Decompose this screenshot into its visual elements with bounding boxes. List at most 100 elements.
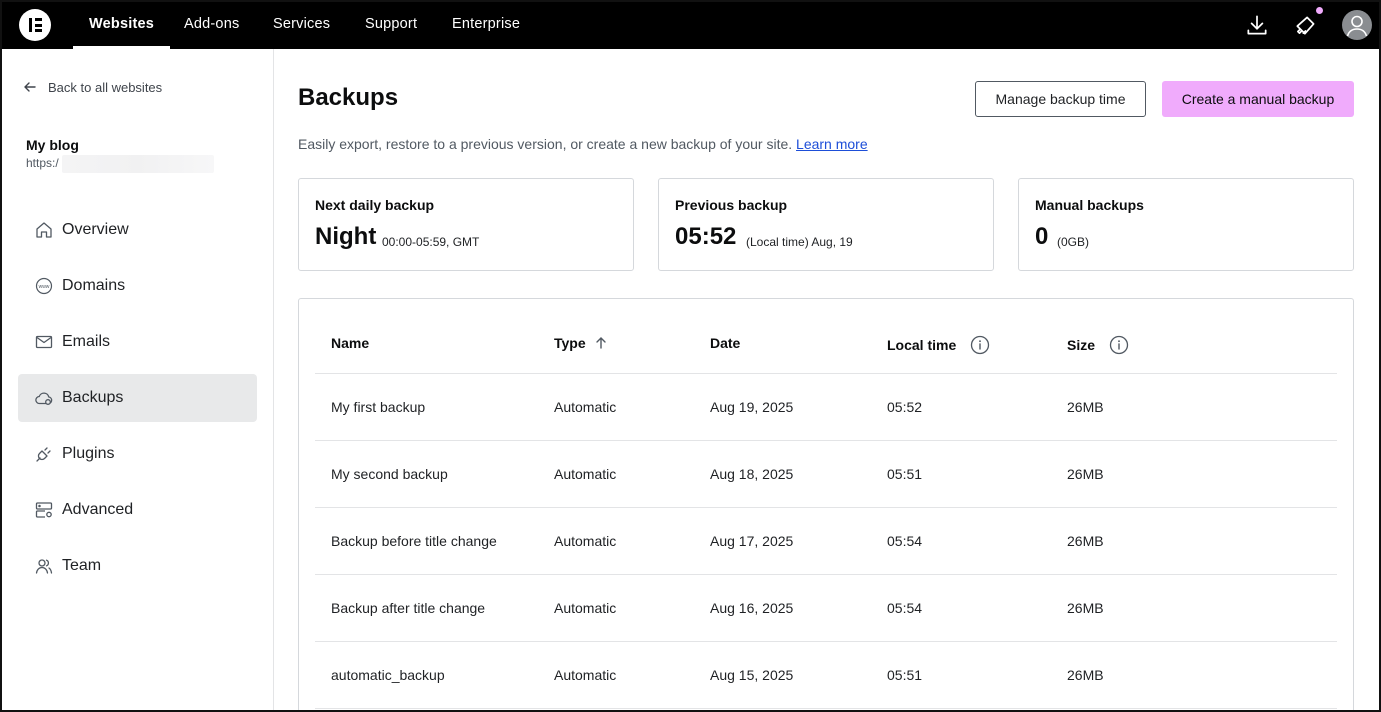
card-detail: (Local time) Aug, 19 — [746, 235, 853, 249]
card-label: Manual backups — [1035, 197, 1144, 213]
card-label: Next daily backup — [315, 197, 435, 213]
info-icon[interactable] — [970, 335, 990, 355]
arrow-left-icon — [24, 82, 36, 92]
cell-name: My second backup — [331, 466, 448, 482]
cell-local-time: 05:51 — [887, 667, 923, 683]
sidebar: Back to all websites My blog https:/ Ove… — [0, 49, 274, 712]
top-navigation-bar: Websites Add-ons Services Support Enterp… — [0, 0, 1381, 49]
header-label: Name — [331, 335, 370, 351]
cell-date: Aug 19, 2025 — [710, 399, 794, 415]
page-description: Easily export, restore to a previous ver… — [298, 136, 868, 152]
sidebar-item-emails[interactable]: Emails — [18, 318, 257, 366]
header-local-time[interactable]: Local time — [887, 335, 990, 355]
header-label: Local time — [887, 337, 957, 353]
header-date[interactable]: Date — [710, 335, 740, 351]
elementor-logo-icon[interactable] — [19, 9, 51, 41]
card-value: 0 — [1035, 223, 1049, 250]
sidebar-item-label: Advanced — [62, 501, 134, 518]
site-name: My blog — [26, 137, 79, 153]
sidebar-item-domains[interactable]: www Domains — [18, 262, 257, 310]
cell-type: Automatic — [554, 399, 617, 415]
sidebar-item-label: Backups — [62, 389, 124, 406]
nav-services[interactable]: Services — [273, 0, 330, 49]
cell-type: Automatic — [554, 533, 617, 549]
sidebar-item-label: Domains — [62, 277, 126, 294]
cell-name: Backup before title change — [331, 533, 497, 549]
arrow-up-icon — [595, 337, 606, 349]
back-to-websites-link[interactable]: Back to all websites — [22, 79, 162, 95]
main-content: Backups Manage backup time Create a manu… — [274, 49, 1381, 712]
header-label: Size — [1067, 337, 1096, 353]
plug-icon — [36, 447, 51, 462]
sidebar-item-advanced[interactable]: Advanced — [18, 486, 257, 534]
cell-date: Aug 17, 2025 — [710, 533, 794, 549]
description-text: Easily export, restore to a previous ver… — [298, 136, 793, 152]
header-label: Date — [710, 335, 741, 351]
cell-local-time: 05:54 — [887, 600, 923, 616]
header-label: Type — [554, 335, 586, 351]
cell-name: Backup after title change — [331, 600, 486, 616]
nav-add-ons[interactable]: Add-ons — [184, 0, 239, 49]
nav-websites[interactable]: Websites — [73, 0, 170, 49]
globe-www-icon: www — [35, 277, 53, 295]
card-value: Night — [315, 223, 377, 250]
sidebar-item-label: Team — [62, 557, 102, 574]
manage-backup-time-button[interactable]: Manage backup time — [975, 81, 1146, 117]
cell-local-time: 05:54 — [887, 533, 923, 549]
download-icon[interactable] — [1244, 12, 1270, 38]
cell-date: Aug 16, 2025 — [710, 600, 794, 616]
server-settings-icon — [35, 502, 53, 518]
notification-dot — [1316, 7, 1323, 14]
table-row[interactable]: automatic_backup Automatic Aug 15, 2025 … — [315, 642, 1337, 709]
cell-local-time: 05:51 — [887, 466, 923, 482]
cell-size: 26MB — [1067, 466, 1104, 482]
sidebar-item-label: Plugins — [62, 445, 115, 462]
table-row[interactable]: My first backup Automatic Aug 19, 2025 0… — [315, 374, 1337, 441]
card-label: Previous backup — [675, 197, 788, 213]
header-type[interactable]: Type — [554, 335, 608, 351]
sidebar-item-label: Overview — [62, 221, 129, 238]
sidebar-item-label: Emails — [62, 333, 111, 350]
cell-name: My first backup — [331, 399, 426, 415]
nav-support[interactable]: Support — [365, 0, 417, 49]
home-icon — [36, 222, 52, 238]
info-icon[interactable] — [1109, 335, 1129, 355]
site-url: https:/ — [26, 156, 59, 170]
card-detail: 00:00-05:59, GMT — [382, 235, 480, 249]
cell-local-time: 05:52 — [887, 399, 923, 415]
cell-name: automatic_backup — [331, 667, 445, 683]
cell-size: 26MB — [1067, 533, 1104, 549]
nav-enterprise[interactable]: Enterprise — [452, 0, 520, 49]
backups-table: Name Type Date Local time Size My first … — [298, 298, 1354, 712]
back-link-label: Back to all websites — [48, 79, 163, 95]
sidebar-item-backups[interactable]: Backups — [18, 374, 257, 422]
table-row[interactable]: My second backup Automatic Aug 18, 2025 … — [315, 441, 1337, 508]
page-title: Backups — [298, 84, 399, 111]
header-name[interactable]: Name — [331, 335, 369, 351]
table-row[interactable]: Backup before title change Automatic Aug… — [315, 508, 1337, 575]
sidebar-item-plugins[interactable]: Plugins — [18, 430, 257, 478]
cell-size: 26MB — [1067, 667, 1104, 683]
card-value: 05:52 — [675, 223, 737, 250]
cloud-icon — [35, 392, 53, 405]
mail-icon — [35, 335, 53, 349]
cell-date: Aug 15, 2025 — [710, 667, 794, 683]
table-row[interactable]: Backup after title change Automatic Aug … — [315, 575, 1337, 642]
cell-size: 26MB — [1067, 600, 1104, 616]
sidebar-item-overview[interactable]: Overview — [18, 206, 257, 254]
manual-backups-card: Manual backups 0 (0GB) — [1018, 178, 1354, 271]
user-avatar-icon[interactable] — [1342, 10, 1372, 40]
next-daily-backup-card: Next daily backup Night 00:00-05:59, GMT — [298, 178, 634, 271]
learn-more-link[interactable]: Learn more — [796, 136, 868, 152]
card-detail: (0GB) — [1057, 235, 1090, 249]
megaphone-icon[interactable] — [1293, 12, 1319, 38]
cell-type: Automatic — [554, 667, 617, 683]
create-manual-backup-button[interactable]: Create a manual backup — [1162, 81, 1354, 117]
cell-date: Aug 18, 2025 — [710, 466, 794, 482]
previous-backup-card: Previous backup 05:52 (Local time) Aug, … — [658, 178, 994, 271]
sidebar-item-team[interactable]: Team — [18, 542, 257, 590]
header-size[interactable]: Size — [1067, 335, 1129, 355]
redacted-url — [62, 155, 214, 173]
cell-type: Automatic — [554, 600, 617, 616]
cell-type: Automatic — [554, 466, 617, 482]
